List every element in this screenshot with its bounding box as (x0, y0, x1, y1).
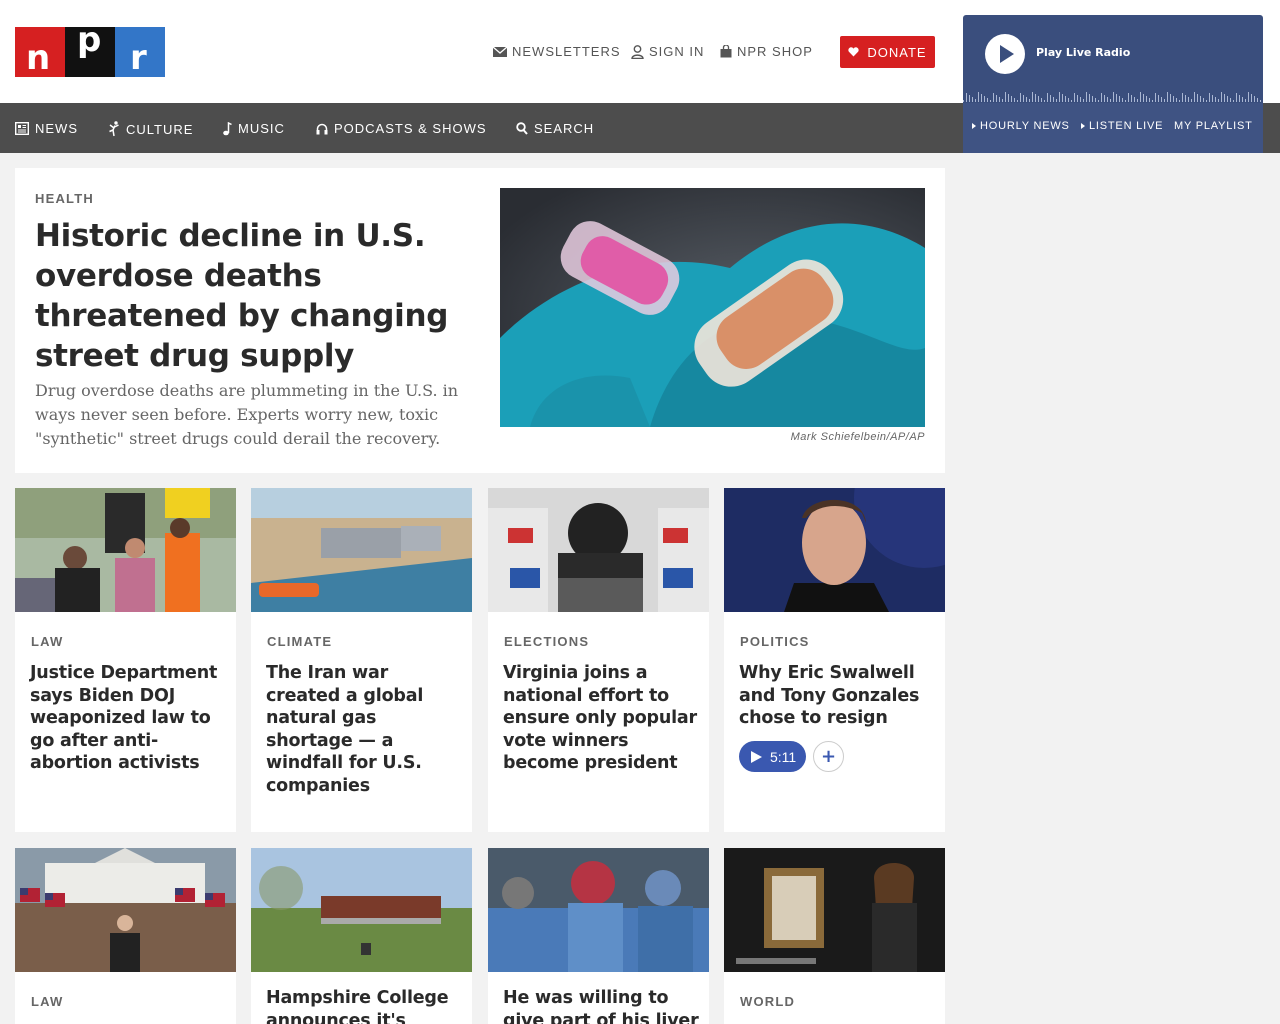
player-links: HOURLY NEWS LISTEN LIVE MY PLAYLIST (963, 103, 1263, 153)
story-slug[interactable]: HEALTH (35, 191, 94, 206)
hourly-news-link[interactable]: HOURLY NEWS (972, 120, 1070, 132)
image-credit: Mark Schiefelbein/AP/AP (790, 431, 925, 443)
sign-in-link[interactable]: SIGN IN (631, 44, 704, 59)
nav-podcasts-label: PODCASTS & SHOWS (334, 121, 487, 136)
sign-in-label: SIGN IN (649, 44, 705, 59)
story-card-title[interactable]: The Iran war created a global natural ga… (266, 662, 462, 797)
user-icon (631, 44, 644, 59)
npr-logo[interactable]: n p r (15, 27, 165, 77)
play-live-radio-label[interactable]: Play Live Radio (1036, 46, 1130, 59)
story-card-slug[interactable]: ELECTIONS (504, 634, 589, 649)
story-card-image[interactable] (15, 848, 236, 972)
story-card-slug[interactable]: LAW (31, 994, 63, 1009)
story-card-image[interactable] (15, 488, 236, 612)
nav-news-label: NEWS (35, 121, 78, 136)
play-icon (1000, 45, 1014, 63)
story-card-slug[interactable]: LAW (31, 634, 63, 649)
story-card[interactable]: He was willing to give part of his liver… (488, 848, 709, 1024)
story-card-title[interactable]: Hampshire College announces it's closing (266, 987, 462, 1024)
plus-icon: + (820, 746, 837, 767)
nav-item-podcasts-shows[interactable]: PODCASTS & SHOWS (316, 121, 487, 136)
culture-icon (109, 121, 119, 137)
newsletters-link[interactable]: NEWSLETTERS (493, 44, 621, 59)
play-triangle-icon (1081, 123, 1085, 129)
newsletters-label: NEWSLETTERS (512, 44, 621, 59)
play-triangle-icon (972, 123, 976, 129)
story-image[interactable] (500, 188, 925, 427)
play-icon (751, 750, 762, 763)
nav-item-news[interactable]: NEWS (15, 121, 78, 136)
music-note-icon (223, 121, 232, 135)
listen-live-label: LISTEN LIVE (1089, 120, 1164, 132)
story-card-slug[interactable]: CLIMATE (267, 634, 332, 649)
story-card[interactable]: LAW Justice Department says Biden DOJ we… (15, 488, 236, 832)
nav-item-culture[interactable]: CULTURE (108, 121, 193, 137)
story-card[interactable]: CLIMATE The Iran war created a global na… (251, 488, 472, 832)
live-radio-player: Play Live Radio HOURLY NEWS LISTEN LIVE … (963, 15, 1263, 153)
envelope-icon (493, 46, 507, 57)
story-card-image[interactable] (251, 488, 472, 612)
story-card-title[interactable]: Virginia joins a national effort to ensu… (503, 662, 699, 775)
logo-letter-p: p (77, 27, 102, 60)
logo-letter-r: r (130, 38, 147, 77)
nav-music-label: MUSIC (238, 121, 285, 136)
story-teaser: Drug overdose deaths are plummeting in t… (35, 381, 459, 448)
donate-button[interactable]: DONATE (840, 36, 935, 68)
donate-label: DONATE (867, 44, 927, 60)
story-card-title[interactable]: He was willing to give part of his liver… (503, 987, 699, 1024)
nav-item-search[interactable]: SEARCH (516, 121, 594, 136)
story-card-image[interactable] (251, 848, 472, 972)
story-card-title[interactable]: Why Eric Swalwell and Tony Gonzales chos… (739, 662, 935, 730)
headphones-icon (316, 123, 328, 134)
story-card-image[interactable] (488, 848, 709, 972)
my-playlist-label: MY PLAYLIST (1174, 120, 1253, 132)
nav-search-label: SEARCH (534, 121, 595, 136)
audio-duration: 5:11 (770, 748, 797, 765)
add-to-playlist-button[interactable]: + (813, 741, 844, 772)
story-card[interactable]: WORLD (724, 848, 945, 1024)
story-card-title[interactable]: Justice Department says Biden DOJ weapon… (30, 662, 226, 775)
logo-letter-n: n (26, 38, 51, 77)
my-playlist-link[interactable]: MY PLAYLIST (1174, 120, 1253, 132)
story-card-image[interactable] (724, 488, 945, 612)
story-card-image[interactable] (488, 488, 709, 612)
story-card-slug[interactable]: WORLD (740, 994, 795, 1009)
featured-story: HEALTH Historic decline in U.S. overdose… (15, 168, 945, 473)
shopping-bag-icon (720, 45, 732, 58)
play-audio-button[interactable]: 5:11 (739, 741, 806, 772)
story-card-slug[interactable]: POLITICS (740, 634, 810, 649)
play-live-radio-button[interactable] (985, 34, 1025, 74)
story-card[interactable]: ELECTIONS Virginia joins a national effo… (488, 488, 709, 832)
story-headline[interactable]: Historic decline in U.S. overdose deaths… (35, 216, 475, 376)
audio-waveform-icon (963, 92, 1261, 102)
story-card[interactable]: LAW (15, 848, 236, 1024)
nav-culture-label: CULTURE (126, 121, 194, 137)
nav-item-music[interactable]: MUSIC (223, 121, 285, 136)
story-card[interactable]: Hampshire College announces it's closing (251, 848, 472, 1024)
heart-icon (848, 47, 860, 57)
npr-shop-link[interactable]: NPR SHOP (720, 44, 813, 59)
search-icon (516, 122, 528, 135)
npr-shop-label: NPR SHOP (737, 44, 813, 59)
listen-live-link[interactable]: LISTEN LIVE (1081, 120, 1163, 132)
hourly-news-label: HOURLY NEWS (980, 120, 1070, 132)
story-card[interactable]: POLITICS Why Eric Swalwell and Tony Gonz… (724, 488, 945, 832)
news-icon (15, 122, 29, 135)
story-card-image[interactable] (724, 848, 945, 972)
